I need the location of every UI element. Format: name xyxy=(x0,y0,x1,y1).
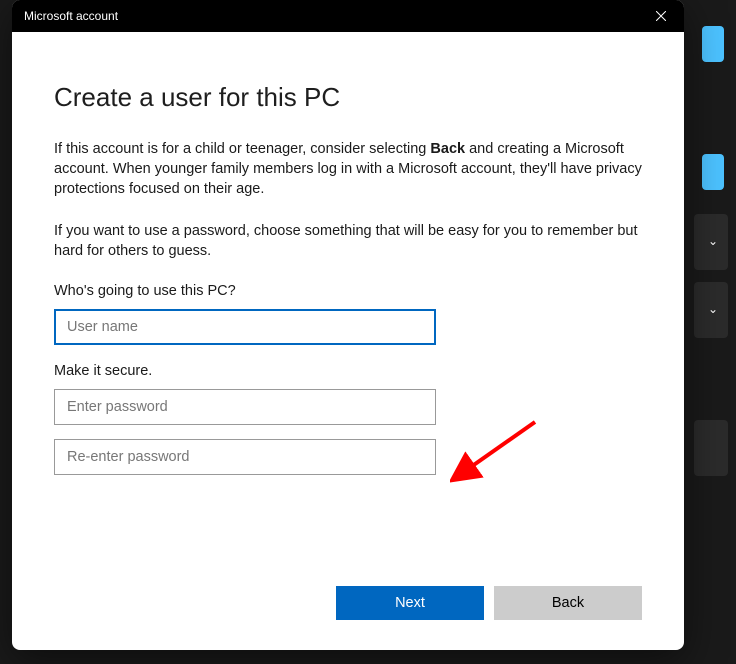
close-icon xyxy=(656,11,666,21)
back-button[interactable]: Back xyxy=(494,586,642,620)
password-input[interactable] xyxy=(54,389,436,425)
page-title: Create a user for this PC xyxy=(54,82,642,113)
username-label: Who's going to use this PC? xyxy=(54,283,642,299)
intro-paragraph-1: If this account is for a child or teenag… xyxy=(54,139,642,199)
next-button[interactable]: Next xyxy=(336,586,484,620)
chevron-down-icon: ⌄ xyxy=(708,234,718,248)
dialog-footer: Next Back xyxy=(12,586,684,650)
intro-text-pre: If this account is for a child or teenag… xyxy=(54,141,430,157)
password-confirm-input[interactable] xyxy=(54,439,436,475)
background-tile xyxy=(702,154,724,190)
chevron-down-icon: ⌄ xyxy=(708,302,718,316)
close-button[interactable] xyxy=(638,0,684,32)
background-panel xyxy=(694,420,728,476)
dialog-content: Create a user for this PC If this accoun… xyxy=(12,32,684,586)
intro-text-bold: Back xyxy=(430,141,465,157)
window-title: Microsoft account xyxy=(24,9,118,23)
background-tile xyxy=(702,26,724,62)
intro-paragraph-2: If you want to use a password, choose so… xyxy=(54,221,642,261)
password-section-label: Make it secure. xyxy=(54,363,642,379)
titlebar: Microsoft account xyxy=(12,0,684,32)
dialog-window: Microsoft account Create a user for this… xyxy=(12,0,684,650)
annotation-arrow xyxy=(450,414,550,484)
username-input[interactable] xyxy=(54,309,436,345)
